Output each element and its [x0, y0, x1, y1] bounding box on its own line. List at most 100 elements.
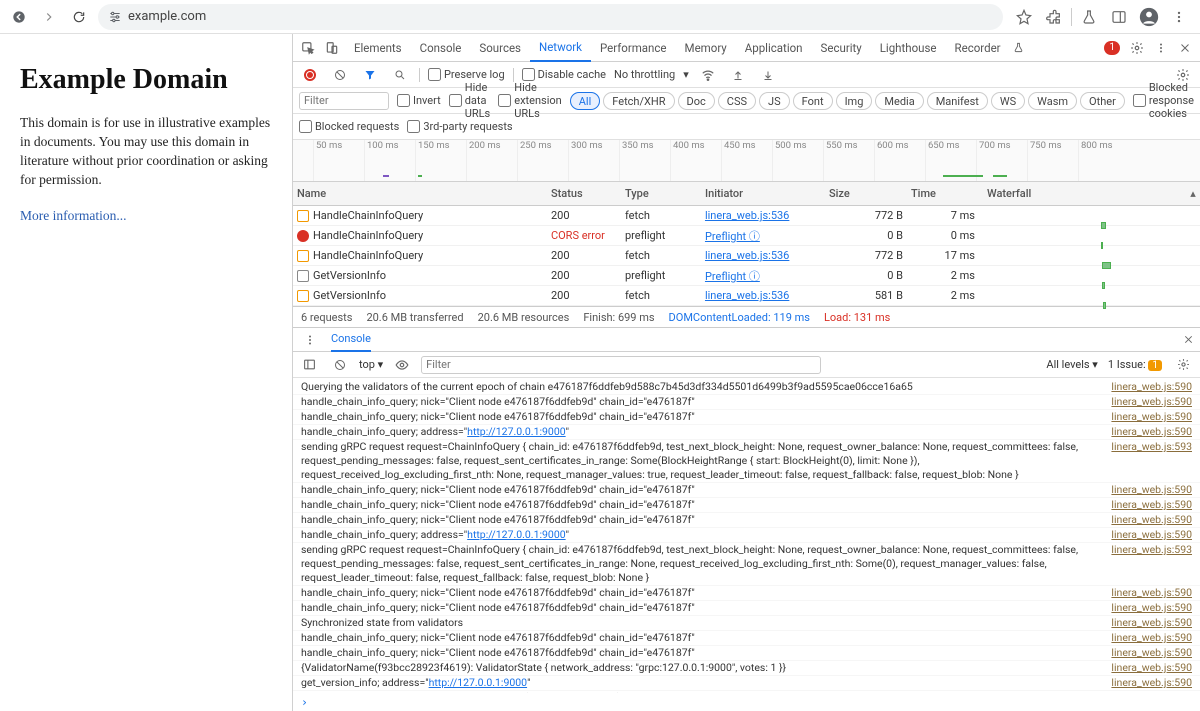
request-initiator[interactable]: linera_web.js:536 — [705, 209, 829, 222]
log-levels[interactable]: All levels ▾ — [1046, 358, 1097, 371]
source-link[interactable]: linera_web.js:590 — [1101, 528, 1192, 542]
console-line[interactable]: Synchronized state from validatorslinera… — [293, 616, 1200, 631]
tab-console[interactable]: Console — [411, 34, 471, 62]
request-initiator[interactable]: linera_web.js:536 — [705, 289, 829, 302]
source-link[interactable]: linera_web.js:590 — [1101, 676, 1192, 690]
console-context[interactable]: top ▾ — [359, 358, 383, 371]
console-line[interactable]: handle_chain_info_query; nick="Client no… — [293, 586, 1200, 601]
more-icon[interactable] — [1150, 42, 1172, 54]
source-link[interactable]: linera_web.js:590 — [1101, 586, 1192, 600]
inspect-icon[interactable] — [297, 41, 319, 55]
type-filter-all[interactable]: All — [570, 92, 601, 110]
more-info-link[interactable]: More information... — [20, 208, 126, 223]
tab-security[interactable]: Security — [812, 34, 871, 62]
filter-input[interactable] — [299, 92, 389, 110]
device-icon[interactable] — [321, 41, 343, 55]
blocked-requests-checkbox[interactable]: Blocked requests — [299, 120, 399, 133]
throttling-caret[interactable]: ▾ — [683, 68, 689, 81]
source-link[interactable]: linera_web.js:590 — [1101, 380, 1192, 394]
col-status[interactable]: Status — [551, 187, 625, 200]
source-link[interactable]: linera_web.js:590 — [1101, 513, 1192, 527]
console-line[interactable]: get_version_info; address="http://127.0.… — [293, 676, 1200, 691]
close-icon[interactable] — [1174, 42, 1196, 54]
source-link[interactable]: linera_web.js:590 — [1101, 646, 1192, 660]
source-link[interactable]: linera_web.js:590 — [1101, 631, 1192, 645]
download-icon[interactable] — [757, 69, 779, 81]
console-clear-icon[interactable] — [329, 359, 351, 371]
network-row[interactable]: GetVersionInfo200preflightPreflight ⓘ0 B… — [293, 266, 1200, 286]
tab-recorder[interactable]: Recorder — [946, 34, 1010, 62]
console-line[interactable]: handle_chain_info_query; nick="Client no… — [293, 498, 1200, 513]
type-filter-manifest[interactable]: Manifest — [927, 92, 988, 110]
disable-cache-checkbox[interactable]: Disable cache — [522, 68, 606, 81]
network-conditions-icon[interactable] — [697, 68, 719, 82]
clear-icon[interactable] — [329, 69, 351, 81]
console-settings-icon[interactable] — [1172, 358, 1194, 371]
console-line[interactable]: {ValidatorName(f93bcc28923f4619): Valida… — [293, 661, 1200, 676]
type-filter-img[interactable]: Img — [836, 92, 873, 110]
console-line[interactable]: Querying the validators of the current e… — [293, 380, 1200, 395]
network-row[interactable]: HandleChainInfoQuery200fetchlinera_web.j… — [293, 206, 1200, 226]
console-eye-icon[interactable] — [391, 358, 413, 372]
console-line[interactable]: handle_chain_info_query; nick="Client no… — [293, 646, 1200, 661]
back-button[interactable] — [8, 6, 30, 28]
drawer-menu-icon[interactable] — [299, 334, 321, 346]
type-filter-fetch-xhr[interactable]: Fetch/XHR — [603, 92, 674, 110]
sidepanel-icon[interactable] — [1106, 4, 1132, 30]
type-filter-wasm[interactable]: Wasm — [1028, 92, 1077, 110]
network-settings-icon[interactable] — [1172, 68, 1194, 82]
type-filter-font[interactable]: Font — [793, 92, 833, 110]
console-line[interactable]: sending gRPC request request=ChainInfoQu… — [293, 440, 1200, 483]
record-icon[interactable] — [299, 69, 321, 81]
console-line[interactable]: sending gRPC request request=ChainInfoQu… — [293, 543, 1200, 586]
source-link[interactable]: linera_web.js:593 — [1101, 543, 1192, 585]
invert-checkbox[interactable]: Invert — [397, 94, 441, 107]
tab-memory[interactable]: Memory — [676, 34, 736, 62]
tab-performance[interactable]: Performance — [591, 34, 676, 62]
col-sort-icon[interactable]: ▴ — [1186, 187, 1200, 200]
source-link[interactable]: linera_web.js:590 — [1101, 395, 1192, 409]
console-filter-input[interactable] — [421, 356, 821, 374]
console-sidebar-icon[interactable] — [299, 358, 321, 371]
console-line[interactable]: handle_chain_info_query; address="http:/… — [293, 528, 1200, 543]
col-name[interactable]: Name — [293, 187, 551, 200]
col-type[interactable]: Type — [625, 187, 705, 200]
col-initiator[interactable]: Initiator — [705, 187, 829, 200]
network-row[interactable]: GetVersionInfo200fetchlinera_web.js:5365… — [293, 286, 1200, 306]
type-filter-other[interactable]: Other — [1080, 92, 1125, 110]
source-link[interactable]: linera_web.js:593 — [1101, 440, 1192, 482]
console-line[interactable]: handle_chain_info_query; address="http:/… — [293, 425, 1200, 440]
extensions-icon[interactable] — [1041, 4, 1067, 30]
settings-icon[interactable] — [1126, 41, 1148, 55]
drawer-close-icon[interactable] — [1183, 334, 1194, 345]
source-link[interactable]: linera_web.js:590 — [1101, 483, 1192, 497]
network-row[interactable]: HandleChainInfoQuery200fetchlinera_web.j… — [293, 246, 1200, 266]
star-icon[interactable] — [1011, 4, 1037, 30]
network-timeline[interactable]: 50 ms100 ms150 ms200 ms250 ms300 ms350 m… — [293, 140, 1200, 182]
console-line[interactable]: handle_chain_info_query; nick="Client no… — [293, 601, 1200, 616]
source-link[interactable]: linera_web.js:590 — [1101, 601, 1192, 615]
preserve-log-checkbox[interactable]: Preserve log — [428, 68, 505, 81]
third-party-checkbox[interactable]: 3rd-party requests — [407, 120, 512, 133]
col-time[interactable]: Time — [911, 187, 983, 200]
console-line[interactable]: handle_chain_info_query; nick="Client no… — [293, 483, 1200, 498]
tab-sources[interactable]: Sources — [470, 34, 530, 62]
type-filter-ws[interactable]: WS — [991, 92, 1025, 110]
type-filter-doc[interactable]: Doc — [678, 92, 715, 110]
request-initiator[interactable]: linera_web.js:536 — [705, 249, 829, 262]
source-link[interactable]: linera_web.js:590 — [1101, 498, 1192, 512]
source-link[interactable]: linera_web.js:590 — [1101, 616, 1192, 630]
network-row[interactable]: HandleChainInfoQueryCORS errorpreflightP… — [293, 226, 1200, 246]
tab-network[interactable]: Network — [530, 34, 591, 62]
search-icon[interactable] — [389, 69, 411, 81]
upload-icon[interactable] — [727, 69, 749, 81]
console-issues[interactable]: 1 Issue: 1 — [1108, 358, 1162, 371]
console-output[interactable]: Querying the validators of the current e… — [293, 378, 1200, 693]
tab-console[interactable]: Console — [331, 328, 371, 352]
address-bar[interactable]: example.com — [98, 4, 1003, 30]
request-initiator[interactable]: Preflight ⓘ — [705, 228, 829, 244]
menu-icon[interactable] — [1166, 4, 1192, 30]
console-line[interactable]: handle_chain_info_query; nick="Client no… — [293, 410, 1200, 425]
type-filter-media[interactable]: Media — [875, 92, 923, 110]
reload-button[interactable] — [68, 6, 90, 28]
